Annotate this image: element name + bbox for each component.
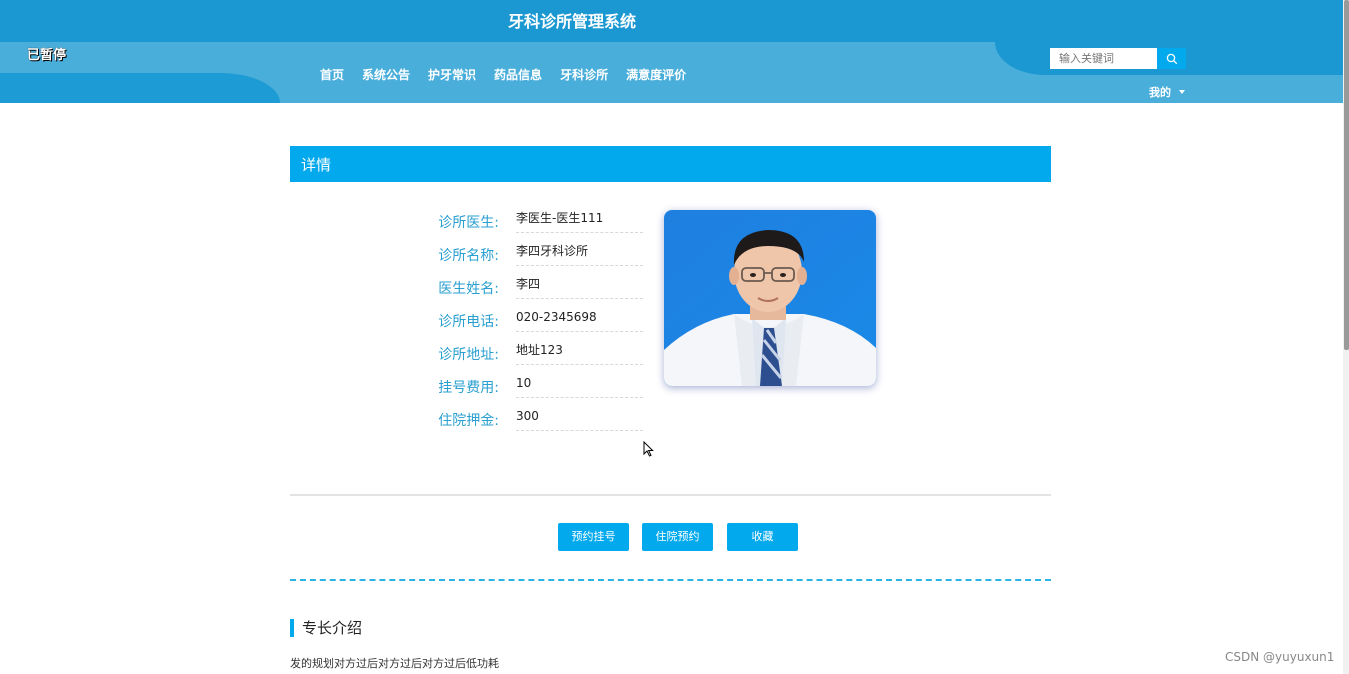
detail-title: 详情 [301, 156, 332, 174]
field-row: 诊所名称: 李四牙科诊所 [420, 238, 643, 271]
field-label: 诊所地址: [438, 347, 499, 363]
book-appointment-button[interactable]: 预约挂号 [558, 523, 629, 551]
field-value: 020-2345698 [516, 304, 643, 332]
field-value: 地址123 [516, 337, 643, 365]
doctor-photo [664, 210, 876, 386]
nav-dental-care[interactable]: 护牙常识 [428, 66, 476, 83]
field-label: 诊所医生: [438, 215, 499, 231]
search-input[interactable] [1050, 48, 1157, 69]
field-label: 住院押金: [438, 413, 499, 429]
dashed-divider [290, 579, 1051, 581]
field-label: 诊所电话: [438, 314, 499, 330]
nav-announcements[interactable]: 系统公告 [362, 66, 410, 83]
nav-dental-clinic[interactable]: 牙科诊所 [560, 66, 608, 83]
field-value: 李四 [516, 271, 643, 299]
field-value: 李四牙科诊所 [516, 238, 643, 266]
user-menu-label: 我的 [1149, 86, 1171, 99]
chevron-down-icon [1179, 90, 1185, 94]
field-row: 医生姓名: 李四 [420, 271, 643, 304]
field-value: 300 [516, 403, 643, 431]
search-icon [1166, 53, 1177, 64]
search-button[interactable] [1157, 48, 1186, 69]
field-row: 挂号费用: 10 [420, 370, 643, 403]
field-row: 诊所医生: 李医生-医生111 [420, 205, 643, 238]
field-value: 10 [516, 370, 643, 398]
field-value: 李医生-医生111 [516, 205, 643, 233]
field-row: 诊所电话: 020-2345698 [420, 304, 643, 337]
field-row: 诊所地址: 地址123 [420, 337, 643, 370]
field-label: 挂号费用: [438, 380, 499, 396]
nav-medicine-info[interactable]: 药品信息 [494, 66, 542, 83]
nav-home[interactable]: 首页 [320, 66, 344, 83]
paused-indicator: 已暂停 [27, 48, 67, 63]
mouse-cursor-icon [643, 441, 654, 457]
specialty-text: 发的规划对方过后对方过后对方过后低功耗 [290, 657, 499, 670]
site-title: 牙科诊所管理系统 [507, 12, 636, 31]
main-nav: 首页 系统公告 护牙常识 药品信息 牙科诊所 满意度评价 [320, 66, 704, 83]
detail-fields: 诊所医生: 李医生-医生111 诊所名称: 李四牙科诊所 医生姓名: 李四 诊所… [420, 205, 643, 436]
field-label: 诊所名称: [438, 248, 499, 264]
hospital-reservation-button[interactable]: 住院预约 [642, 523, 713, 551]
nav-satisfaction[interactable]: 满意度评价 [626, 66, 686, 83]
specialty-title: 专长介绍 [290, 619, 362, 637]
detail-header: 详情 [290, 146, 1051, 182]
header-left-curve [0, 73, 280, 103]
doctor-portrait-image [664, 210, 876, 386]
favorite-button[interactable]: 收藏 [727, 523, 798, 551]
watermark: CSDN @yuyuxun1 [1225, 650, 1335, 664]
field-row: 住院押金: 300 [420, 403, 643, 436]
section-divider [290, 494, 1051, 496]
field-label: 医生姓名: [438, 281, 499, 297]
page-scrollbar-thumb[interactable] [1344, 0, 1349, 350]
user-menu[interactable]: 我的 [1149, 84, 1185, 100]
